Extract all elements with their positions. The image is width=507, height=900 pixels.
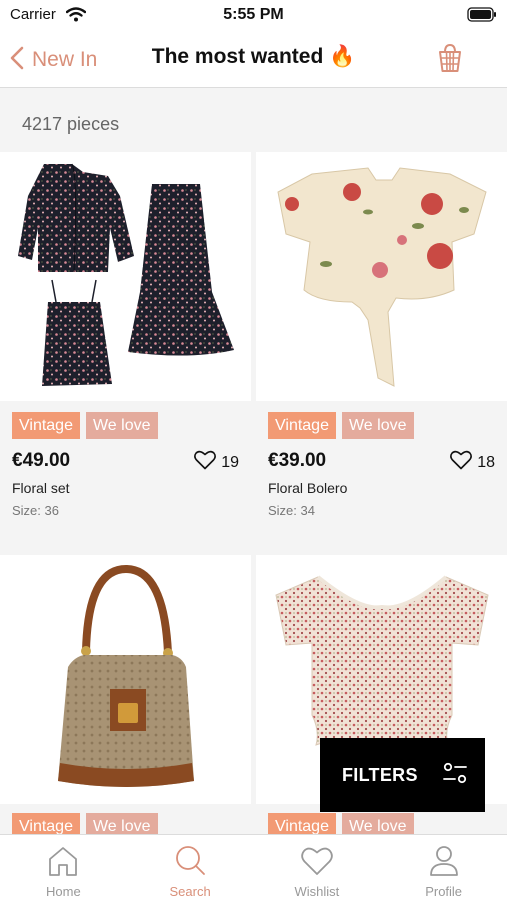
sliders-icon xyxy=(442,761,468,790)
product-image-floral-set[interactable] xyxy=(0,152,251,401)
heart-icon xyxy=(450,450,473,475)
tab-profile[interactable]: Profile xyxy=(380,835,507,900)
product-card[interactable]: Vintage We love xyxy=(0,555,251,845)
tab-bar: Home Search Wishlist Profile xyxy=(0,834,507,900)
product-image-floral-bolero[interactable] xyxy=(256,152,507,401)
like-button[interactable]: 18 xyxy=(450,450,495,475)
we-love-badge: We love xyxy=(341,412,414,439)
results-count: 4217 pieces xyxy=(22,114,120,134)
person-icon xyxy=(428,845,460,882)
product-image-handbag[interactable] xyxy=(0,555,251,804)
results-count-row: 4217 pieces xyxy=(0,89,507,151)
tab-label: Wishlist xyxy=(294,884,340,899)
vintage-badge: Vintage xyxy=(268,412,336,439)
filters-button[interactable]: FILTERS xyxy=(320,738,485,812)
tab-home[interactable]: Home xyxy=(0,835,127,900)
status-time: 5:55 PM xyxy=(223,6,284,23)
like-count: 19 xyxy=(221,453,239,471)
like-button[interactable]: 19 xyxy=(194,450,239,475)
product-size: Size: 36 xyxy=(12,503,59,518)
tab-label: Search xyxy=(169,884,211,899)
product-badges: Vintage We love xyxy=(268,412,414,439)
basket-button[interactable] xyxy=(433,43,467,77)
product-price: €49.00 xyxy=(12,450,71,471)
battery-icon xyxy=(467,7,497,27)
vintage-badge: Vintage xyxy=(12,412,80,439)
product-card[interactable]: Vintage We love €39.00 18 Floral Bolero … xyxy=(256,152,507,552)
basket-icon xyxy=(438,43,462,78)
product-name: Floral Bolero xyxy=(268,480,348,496)
app-screen: Carrier 5:55 PM New In The most wanted 🔥… xyxy=(0,0,507,900)
tab-label: Profile xyxy=(425,884,463,899)
heart-icon xyxy=(301,845,333,882)
product-price: €39.00 xyxy=(268,450,327,471)
product-size: Size: 34 xyxy=(268,503,315,518)
search-icon xyxy=(174,845,206,882)
page-title: The most wanted 🔥 xyxy=(151,45,356,68)
like-count: 18 xyxy=(477,453,495,471)
we-love-badge: We love xyxy=(85,412,158,439)
product-card[interactable]: Vintage We love €49.00 19 Floral set Siz… xyxy=(0,152,251,552)
product-name: Floral set xyxy=(12,480,70,496)
product-badges: Vintage We love xyxy=(12,412,158,439)
tab-wishlist[interactable]: Wishlist xyxy=(254,835,381,900)
filters-label: FILTERS xyxy=(342,764,418,785)
home-icon xyxy=(47,845,79,882)
status-bar: Carrier 5:55 PM xyxy=(0,0,507,32)
heart-icon xyxy=(194,450,217,475)
navigation-bar: New In The most wanted 🔥 xyxy=(0,32,507,88)
tab-search[interactable]: Search xyxy=(127,835,254,900)
tab-label: Home xyxy=(46,884,81,899)
